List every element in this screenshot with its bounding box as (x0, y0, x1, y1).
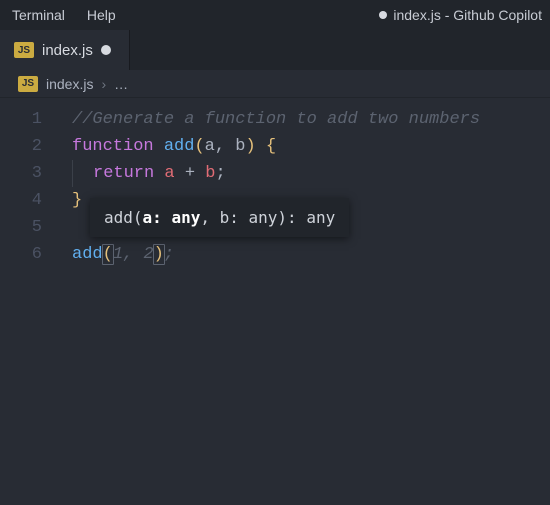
menu-help[interactable]: Help (83, 5, 120, 25)
line-number: 3 (0, 160, 42, 187)
operator-token: + (175, 164, 206, 183)
menu-bar: Terminal Help (8, 5, 120, 25)
code-editor[interactable]: 1 2 3 4 5 6 //Generate a function to add… (0, 98, 550, 505)
menu-terminal[interactable]: Terminal (8, 5, 69, 25)
signature-help-tooltip: add(a: any, b: any): any (90, 198, 349, 237)
line-number: 2 (0, 133, 42, 160)
sig-comma: , (200, 208, 219, 227)
line-number: 1 (0, 106, 42, 133)
code-line[interactable]: function add(a, b) { (72, 133, 550, 160)
breadcrumb-file: index.js (46, 76, 93, 92)
code-line[interactable]: add(1, 2); (72, 241, 550, 268)
line-number-gutter: 1 2 3 4 5 6 (0, 98, 60, 505)
function-name-token: add (164, 137, 195, 156)
window-title-text: index.js - Github Copilot (393, 7, 542, 23)
punct-token: ; (215, 164, 225, 183)
indent-guide (72, 160, 73, 187)
ghost-text-token: , (123, 245, 143, 264)
line-number: 5 (0, 214, 42, 241)
modified-dot-icon (379, 11, 387, 19)
code-area[interactable]: //Generate a function to add two numbers… (60, 98, 550, 505)
comment-token: //Generate a function to add two numbers (72, 110, 480, 129)
code-line[interactable]: return a + b; (72, 160, 550, 187)
sig-open: ( (133, 208, 143, 227)
keyword-token: function (72, 137, 154, 156)
tab-modified-dot-icon (101, 45, 111, 55)
brace-token: } (72, 191, 82, 210)
paren-token: ) (245, 137, 255, 156)
brace-token: { (266, 137, 276, 156)
keyword-token: return (93, 164, 154, 183)
sig-close: ): (277, 208, 306, 227)
param-token: b (235, 137, 245, 156)
sig-param: b: any (220, 208, 278, 227)
breadcrumb[interactable]: JS index.js › … (0, 70, 550, 98)
tab-indexjs[interactable]: JS index.js (0, 30, 130, 70)
param-token: a (205, 137, 215, 156)
line-number: 4 (0, 187, 42, 214)
code-line[interactable]: //Generate a function to add two numbers (72, 106, 550, 133)
sig-param-active: a: any (143, 208, 201, 227)
function-call-token: add (72, 245, 103, 264)
window-title: index.js - Github Copilot (379, 7, 542, 23)
chevron-right-icon: › (101, 76, 106, 92)
js-file-icon: JS (14, 42, 34, 58)
breadcrumb-more: … (114, 76, 128, 92)
sig-return: any (306, 208, 335, 227)
tab-bar: JS index.js (0, 30, 550, 70)
js-file-icon: JS (18, 76, 38, 92)
sig-func: add (104, 208, 133, 227)
paren-token: ( (194, 137, 204, 156)
punct-token: , (215, 137, 235, 156)
identifier-token: b (205, 164, 215, 183)
ghost-text-token: ; (164, 245, 174, 264)
line-number: 6 (0, 241, 42, 268)
identifier-token: a (164, 164, 174, 183)
titlebar: Terminal Help index.js - Github Copilot (0, 0, 550, 30)
tab-label: index.js (42, 42, 93, 59)
ghost-text-token: 1 (113, 245, 123, 264)
